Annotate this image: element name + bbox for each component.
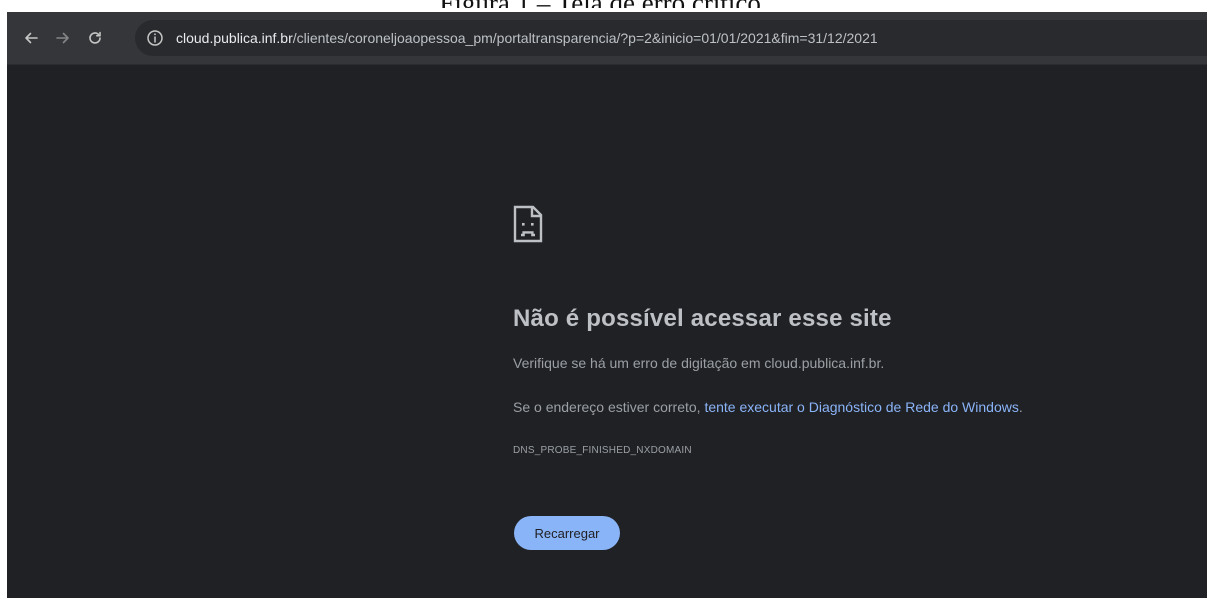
forward-button[interactable] [51,26,75,50]
error-suggestion-diagnostics: Se o endereço estiver correto, tente exe… [513,399,1023,415]
network-diagnostics-link[interactable]: tente executar o Diagnóstico de Rede do … [704,399,1018,415]
url-text[interactable]: cloud.publica.inf.br/clientes/coroneljoa… [176,29,878,47]
browser-window: cloud.publica.inf.br/clientes/coroneljoa… [7,12,1207,598]
error-code: DNS_PROBE_FINISHED_NXDOMAIN [513,445,692,456]
reload-icon [89,31,101,44]
reload-page-button[interactable]: Recarregar [514,516,620,550]
info-icon[interactable] [145,28,165,48]
url-path: /clientes/coroneljoaopessoa_pm/portaltra… [292,30,878,46]
arrow-right-icon [56,32,69,44]
error-title: Não é possível acessar esse site [513,305,892,332]
sad-page-icon [513,205,543,243]
error-suggestion-typo: Verifique se há um erro de digitação em … [513,355,885,371]
diagnostics-suffix: . [1018,399,1023,415]
page-content: Não é possível acessar esse site Verifiq… [7,65,1207,598]
reload-button[interactable] [83,26,107,50]
address-bar[interactable]: cloud.publica.inf.br/clientes/coroneljoa… [135,20,1207,56]
diagnostics-prefix: Se o endereço estiver correto, [513,399,705,415]
browser-toolbar: cloud.publica.inf.br/clientes/coroneljoa… [7,12,1207,65]
figure-caption-text: Figura 1 – Tela de erro crítico. [439,0,767,8]
figure-caption: Figura 1 – Tela de erro crítico. [0,0,1207,8]
back-button[interactable] [19,26,43,50]
url-host: cloud.publica.inf.br [176,30,293,46]
arrow-left-icon [25,32,38,44]
